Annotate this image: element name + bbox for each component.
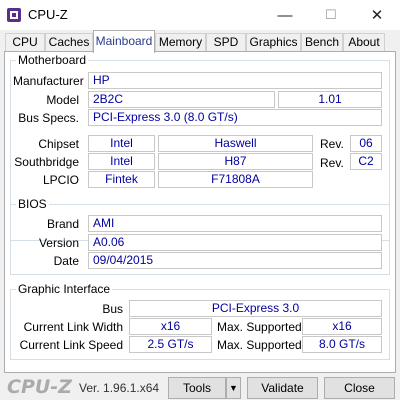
tab-spd[interactable]: SPD bbox=[206, 33, 246, 52]
tab-memory[interactable]: Memory bbox=[155, 33, 206, 52]
model-value: 2B2C bbox=[88, 91, 275, 108]
tab-mainboard[interactable]: Mainboard bbox=[93, 30, 155, 53]
mainboard-panel: Motherboard Manufacturer HP Model 2B2C 1… bbox=[4, 51, 396, 373]
version-text: Ver. 1.96.1.x64 bbox=[79, 381, 160, 395]
bios-brand-value: AMI bbox=[88, 215, 382, 232]
gi-link-width-value: x16 bbox=[129, 318, 212, 335]
maximize-button[interactable]: ☐ bbox=[308, 0, 354, 30]
gi-link-speed-value: 2.5 GT/s bbox=[129, 336, 212, 353]
tab-graphics[interactable]: Graphics bbox=[246, 33, 301, 52]
bios-brand-label: Brand bbox=[46, 217, 79, 231]
graphic-interface-group: Graphic Interface Bus PCI-Express 3.0 Cu… bbox=[10, 282, 390, 360]
minimize-icon: — bbox=[277, 6, 293, 24]
bios-version-label: Version bbox=[38, 236, 79, 250]
bus-specs-value: PCI-Express 3.0 (8.0 GT/s) bbox=[88, 109, 382, 126]
window-title: CPU-Z bbox=[28, 7, 68, 22]
close-icon: ✕ bbox=[370, 7, 384, 24]
lpcio-name-value: F71808A bbox=[158, 171, 313, 188]
tools-dropdown-button[interactable]: ▼ bbox=[226, 377, 241, 399]
gi-bus-label: Bus bbox=[102, 302, 123, 316]
bios-legend: BIOS bbox=[16, 197, 49, 211]
gi-bus-value: PCI-Express 3.0 bbox=[129, 300, 382, 317]
gi-link-speed-label: Current Link Speed bbox=[19, 338, 123, 352]
gi-link-width-label: Current Link Width bbox=[23, 320, 123, 334]
manufacturer-label: Manufacturer bbox=[13, 74, 84, 88]
tab-cpu[interactable]: CPU bbox=[5, 33, 45, 52]
chipset-label: Chipset bbox=[38, 137, 79, 151]
close-button[interactable]: Close bbox=[324, 377, 395, 399]
chipset-rev-label: Rev. bbox=[320, 137, 344, 151]
bus-specs-label: Bus Specs. bbox=[18, 111, 79, 125]
chevron-down-icon: ▼ bbox=[229, 383, 238, 393]
southbridge-rev-label: Rev. bbox=[320, 156, 344, 170]
title-bar: CPU-Z — ☐ ✕ bbox=[0, 0, 400, 30]
southbridge-label: Southbridge bbox=[14, 155, 79, 169]
minimize-button[interactable]: — bbox=[262, 0, 308, 30]
bios-version-value: A0.06 bbox=[88, 234, 382, 251]
chipset-vendor-value: Intel bbox=[88, 135, 155, 152]
tools-button[interactable]: Tools bbox=[168, 377, 226, 399]
model-label: Model bbox=[46, 93, 79, 107]
tab-bar: CPU Caches Mainboard Memory SPD Graphics… bbox=[0, 30, 400, 53]
gi-max-width-label: Max. Supported bbox=[217, 320, 302, 334]
bios-date-label: Date bbox=[53, 254, 79, 268]
gi-max-width-value: x16 bbox=[302, 318, 382, 335]
manufacturer-value: HP bbox=[88, 72, 382, 89]
cpu-z-app-icon bbox=[7, 8, 21, 22]
gi-max-speed-value: 8.0 GT/s bbox=[302, 336, 382, 353]
close-window-button[interactable]: ✕ bbox=[354, 0, 400, 30]
lpcio-label: LPCIO bbox=[42, 173, 79, 187]
tab-bench[interactable]: Bench bbox=[301, 33, 343, 52]
graphic-interface-legend: Graphic Interface bbox=[16, 282, 113, 296]
motherboard-legend: Motherboard bbox=[16, 53, 89, 67]
bios-date-value: 09/04/2015 bbox=[88, 252, 382, 269]
tab-caches[interactable]: Caches bbox=[45, 33, 93, 52]
validate-button[interactable]: Validate bbox=[247, 377, 318, 399]
southbridge-rev-value: C2 bbox=[350, 153, 382, 170]
chipset-rev-value: 06 bbox=[350, 135, 382, 152]
southbridge-name-value: H87 bbox=[158, 153, 313, 170]
bios-group: BIOS Brand AMI Version A0.06 Date 09/04/… bbox=[10, 197, 390, 275]
southbridge-vendor-value: Intel bbox=[88, 153, 155, 170]
gi-max-speed-label: Max. Supported bbox=[217, 338, 302, 352]
maximize-icon: ☐ bbox=[325, 7, 337, 22]
chipset-name-value: Haswell bbox=[158, 135, 313, 152]
model-revision-value: 1.01 bbox=[278, 91, 382, 108]
tab-about[interactable]: About bbox=[343, 33, 385, 52]
lpcio-vendor-value: Fintek bbox=[88, 171, 155, 188]
cpu-z-brand-logo: CPU-Z bbox=[7, 376, 72, 398]
